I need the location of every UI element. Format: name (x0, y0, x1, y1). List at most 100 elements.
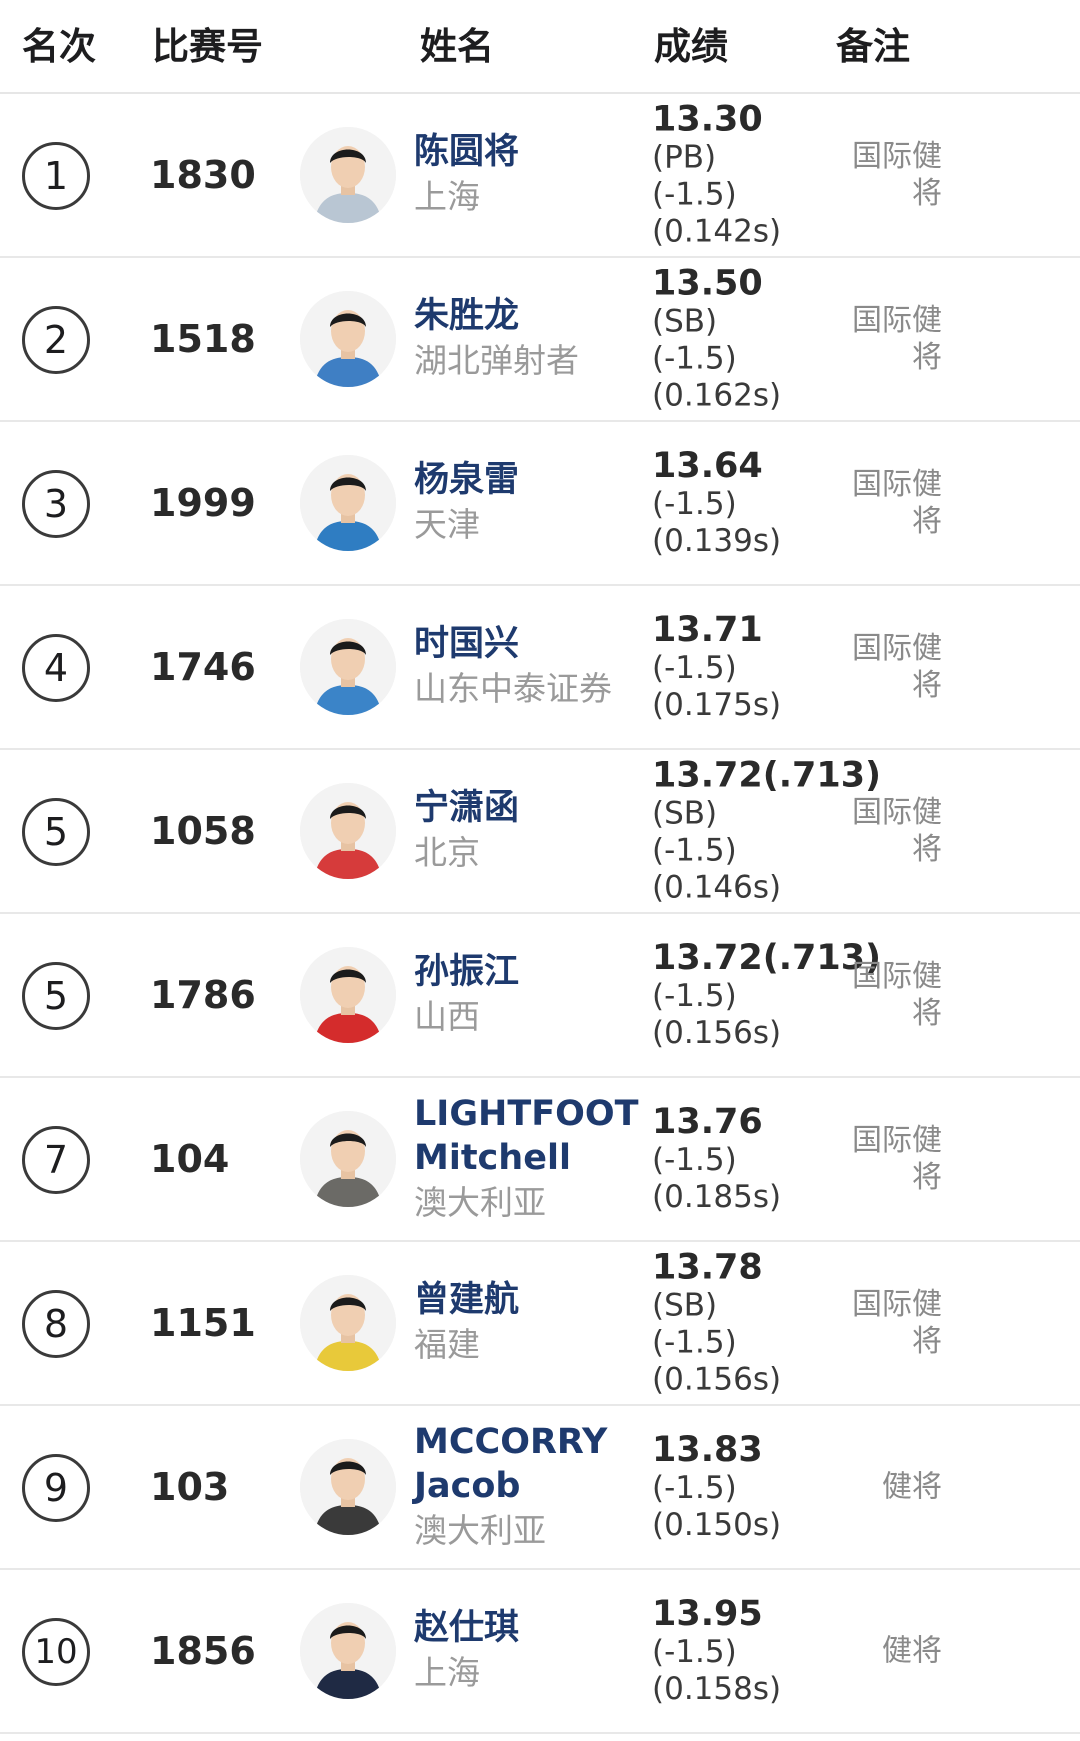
athlete-name[interactable]: 赵仕琪 (414, 1606, 646, 1650)
table-row[interactable]: 2 1518 朱胜龙 湖北弹射者 13.50 (SB) (-1.5) (0.162s) 国际健将 (0, 258, 1080, 422)
athlete-avatar[interactable] (300, 783, 396, 879)
result-block: 13.30 (PB) (-1.5) (0.142s) (652, 100, 862, 251)
athlete-avatar[interactable] (300, 127, 396, 223)
qualification-note: 国际健将 (852, 1287, 942, 1359)
result-detail: (0.158s) (652, 1671, 782, 1707)
table-row[interactable]: 8 1151 曾建航 福建 13.78 (SB) (-1.5) (0.156s) 国际健将 (0, 1242, 1080, 1406)
person-icon (300, 1111, 396, 1207)
rank-badge: 5 (22, 798, 90, 866)
rank-badge: 3 (22, 470, 90, 538)
result-time: 13.30 (652, 99, 763, 140)
result-time: 13.72(.713) (652, 938, 882, 978)
result-time: 13.95 (652, 1594, 763, 1634)
table-row[interactable]: 3 1999 杨泉雷 天津 13.64 (-1.5) (0.139s) 国际健将 (0, 422, 1080, 586)
qualification-note: 国际健将 (852, 467, 942, 539)
result-detail: (-1.5) (652, 1470, 737, 1506)
header-bib: 比赛号 (152, 25, 263, 68)
table-row[interactable]: 10 1856 赵仕琪 上海 13.95 (-1.5) (0.158s) 健将 (0, 1570, 1080, 1734)
athlete-team: 澳大利亚 (414, 1183, 546, 1222)
athlete-name[interactable]: 朱胜龙 (414, 294, 646, 338)
bib-number: 104 (150, 1137, 230, 1181)
result-detail: (PB) (652, 139, 717, 176)
result-detail: (-1.5) (652, 486, 737, 522)
bib-number: 1856 (150, 1629, 256, 1673)
qualification-note: 国际健将 (852, 303, 942, 375)
header-result: 成绩 (654, 25, 728, 68)
result-block: 13.64 (-1.5) (0.139s) (652, 446, 862, 560)
qualification-note: 健将 (882, 1633, 942, 1669)
person-icon (300, 619, 396, 715)
athlete-name[interactable]: LIGHTFOOT Mitchell (414, 1092, 646, 1180)
person-icon (300, 1275, 396, 1371)
athlete-avatar[interactable] (300, 619, 396, 715)
athlete-name[interactable]: 孙振江 (414, 950, 646, 994)
athlete-avatar[interactable] (300, 291, 396, 387)
person-icon (300, 1439, 396, 1535)
result-detail: (SB) (652, 795, 718, 832)
result-time: 13.78 (652, 1247, 763, 1288)
result-block: 13.78 (SB) (-1.5) (0.156s) (652, 1248, 862, 1399)
athlete-info: LIGHTFOOT Mitchell 澳大利亚 (414, 1092, 646, 1226)
athlete-avatar[interactable] (300, 1275, 396, 1371)
athlete-team: 湖北弹射者 (414, 341, 579, 380)
rank-badge: 7 (22, 1126, 90, 1194)
athlete-name[interactable]: 时国兴 (414, 622, 646, 666)
athlete-info: MCCORRY Jacob 澳大利亚 (414, 1420, 646, 1554)
bib-number: 103 (150, 1465, 230, 1509)
result-detail: (SB) (652, 303, 718, 340)
athlete-info: 陈圆将 上海 (414, 130, 646, 220)
table-row[interactable]: 1 1830 陈圆将 上海 13.30 (PB) (-1.5) (0.142s) 国际健将 (0, 94, 1080, 258)
athlete-team: 上海 (414, 1653, 480, 1692)
result-block: 13.83 (-1.5) (0.150s) (652, 1430, 862, 1544)
athlete-name[interactable]: 杨泉雷 (414, 458, 646, 502)
athlete-team: 天津 (414, 505, 480, 544)
athlete-avatar[interactable] (300, 947, 396, 1043)
result-block: 13.50 (SB) (-1.5) (0.162s) (652, 264, 862, 415)
result-detail: (-1.5) (652, 176, 737, 213)
person-icon (300, 783, 396, 879)
athlete-info: 赵仕琪 上海 (414, 1606, 646, 1696)
result-detail: (-1.5) (652, 650, 737, 686)
rank-badge: 1 (22, 142, 90, 210)
result-time: 13.76 (652, 1102, 763, 1142)
header-rank: 名次 (22, 25, 96, 68)
bib-number: 1151 (150, 1301, 256, 1345)
table-row[interactable]: 4 1746 时国兴 山东中泰证券 13.71 (-1.5) (0.175s) 国际健将 (0, 586, 1080, 750)
athlete-info: 朱胜龙 湖北弹射者 (414, 294, 646, 384)
athlete-avatar[interactable] (300, 1111, 396, 1207)
athlete-name[interactable]: 宁潇函 (414, 786, 646, 830)
athlete-team: 山西 (414, 997, 480, 1036)
rank-badge: 10 (22, 1618, 90, 1686)
bib-number: 1999 (150, 481, 256, 525)
athlete-name[interactable]: MCCORRY Jacob (414, 1420, 646, 1508)
qualification-note: 国际健将 (852, 959, 942, 1031)
table-row[interactable]: 9 103 MCCORRY Jacob 澳大利亚 13.83 (-1.5) (0.150s)… (0, 1406, 1080, 1570)
result-detail: (SB) (652, 1287, 718, 1324)
athlete-avatar[interactable] (300, 1439, 396, 1535)
athlete-avatar[interactable] (300, 1603, 396, 1699)
table-row[interactable]: 7 104 LIGHTFOOT Mitchell 澳大利亚 13.76 (-1.5) (0.… (0, 1078, 1080, 1242)
result-detail: (-1.5) (652, 1142, 737, 1178)
athlete-team: 山东中泰证券 (414, 669, 612, 708)
athlete-name[interactable]: 陈圆将 (414, 130, 646, 174)
result-time: 13.64 (652, 446, 763, 486)
result-detail: (0.150s) (652, 1507, 782, 1543)
qualification-note: 国际健将 (852, 139, 942, 211)
result-block: 13.71 (-1.5) (0.175s) (652, 610, 862, 724)
result-detail: (0.146s) (652, 869, 782, 906)
athlete-avatar[interactable] (300, 455, 396, 551)
bib-number: 1746 (150, 645, 256, 689)
table-row[interactable]: 5 1058 宁潇函 北京 13.72(.713) (SB) (-1.5) (0.146s) 国… (0, 750, 1080, 914)
athlete-info: 孙振江 山西 (414, 950, 646, 1040)
header-note: 备注 (836, 25, 910, 68)
result-block: 13.95 (-1.5) (0.158s) (652, 1594, 862, 1708)
athlete-info: 曾建航 福建 (414, 1278, 646, 1368)
athlete-info: 杨泉雷 天津 (414, 458, 646, 548)
athlete-name[interactable]: 曾建航 (414, 1278, 646, 1322)
result-time: 13.72(.713) (652, 755, 882, 796)
result-detail: (-1.5) (652, 1634, 737, 1670)
result-detail: (-1.5) (652, 1324, 737, 1361)
bib-number: 1830 (150, 153, 256, 197)
person-icon (300, 291, 396, 387)
table-row[interactable]: 5 1786 孙振江 山西 13.72(.713) (-1.5) (0.156s) 国际健将 (0, 914, 1080, 1078)
